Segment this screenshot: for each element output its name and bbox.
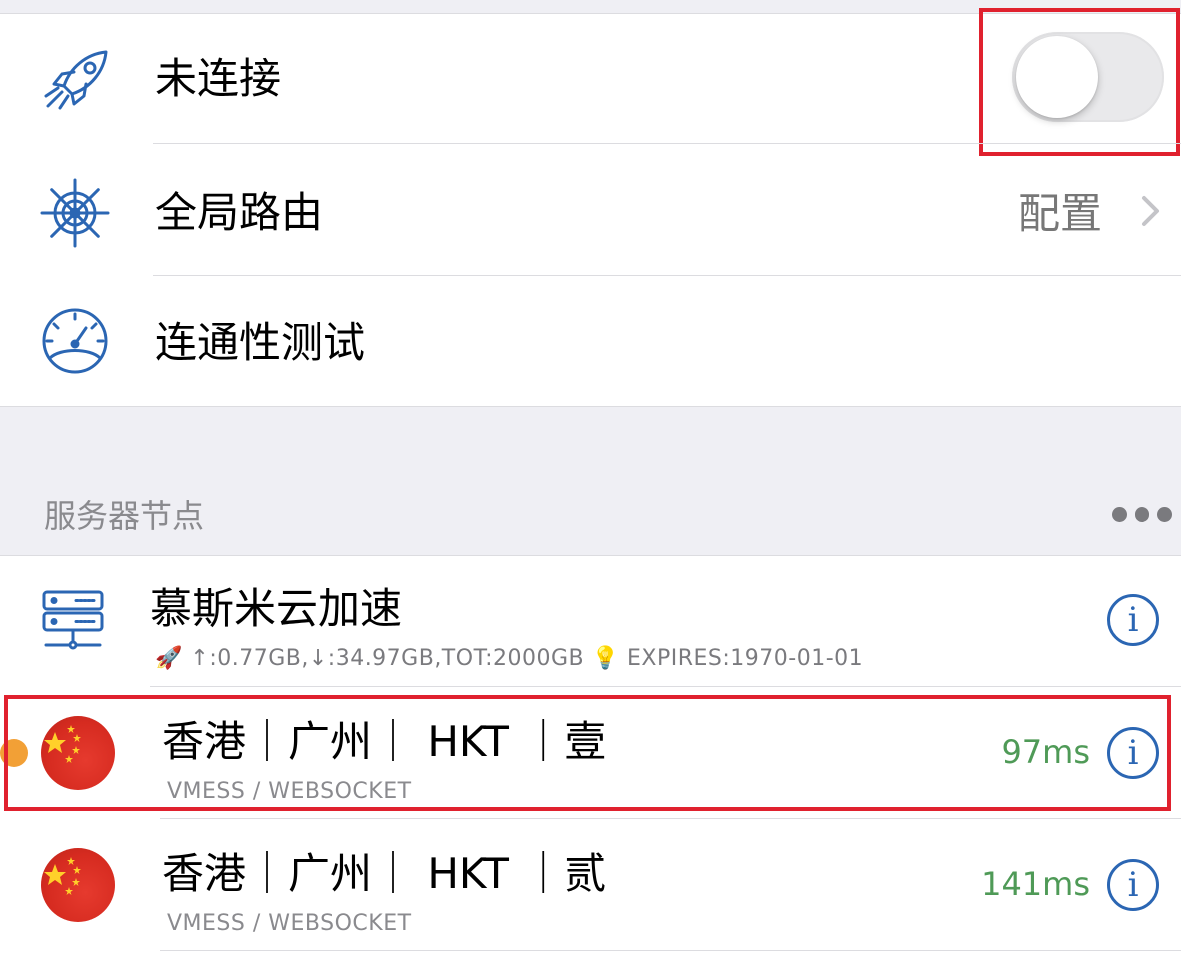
server-icon xyxy=(42,590,104,656)
separator xyxy=(153,275,1181,276)
speedometer-icon[interactable] xyxy=(40,308,110,378)
subscription-stats: 🚀 ↑:0.77GB,↓:34.97GB,TOT:2000GB 💡 EXPIRE… xyxy=(155,646,864,671)
china-flag-icon xyxy=(41,848,115,922)
server-latency: 141ms xyxy=(981,865,1090,903)
server-info-button[interactable]: i xyxy=(1107,859,1159,911)
more-icon[interactable] xyxy=(1112,505,1173,523)
separator xyxy=(150,686,1181,687)
server-name[interactable]: 香港｜广州｜ HKT ｜贰 xyxy=(162,849,606,899)
connectivity-test-label[interactable]: 连通性测试 xyxy=(155,318,365,368)
routing-label[interactable]: 全局路由 xyxy=(155,188,323,238)
routing-config-label[interactable]: 配置 xyxy=(1018,189,1102,239)
connection-status-label: 未连接 xyxy=(155,54,282,103)
selected-server-highlight-box xyxy=(4,695,1171,811)
separator xyxy=(160,818,1181,819)
ship-wheel-icon[interactable] xyxy=(40,178,110,252)
subscription-info-button[interactable]: i xyxy=(1107,594,1159,646)
separator xyxy=(160,950,1181,951)
subscription-name[interactable]: 慕斯米云加速 xyxy=(150,584,402,634)
separator xyxy=(153,143,1181,144)
server-protocol: VMESS / WEBSOCKET xyxy=(167,911,412,936)
rocket-icon xyxy=(40,48,112,116)
toggle-highlight-box xyxy=(979,8,1180,156)
chevron-right-icon[interactable] xyxy=(1140,194,1162,232)
section-header-servers: 服务器节点 xyxy=(44,497,205,535)
